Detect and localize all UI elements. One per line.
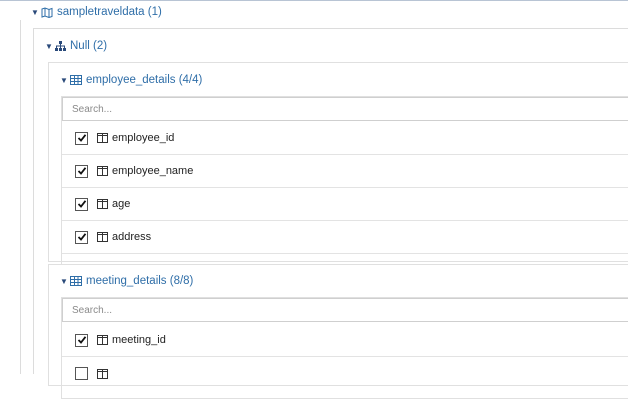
table-icon xyxy=(70,75,82,85)
column-name: employee_name xyxy=(112,165,194,177)
map-icon xyxy=(41,6,53,18)
table-node[interactable]: ▼ meeting_details (8/8) xyxy=(60,272,193,290)
search-input[interactable] xyxy=(62,298,628,322)
column-list: meeting_id xyxy=(61,297,628,399)
list-item[interactable]: age xyxy=(62,188,628,221)
schema-label[interactable]: Null (2) xyxy=(70,40,107,52)
column-name: age xyxy=(112,198,131,210)
column-name: address xyxy=(112,231,152,243)
sitemap-icon xyxy=(55,41,66,51)
column-icon xyxy=(97,133,108,143)
table-node[interactable]: ▼ employee_details (4/4) xyxy=(60,71,202,89)
list-item[interactable]: employee_name xyxy=(62,155,628,188)
caret-down-icon[interactable]: ▼ xyxy=(45,42,55,51)
table-panel-meeting-details: ▼ meeting_details (8/8) meeting_id xyxy=(48,264,628,399)
column-list: employee_id employee_name age address xyxy=(61,96,628,265)
checkbox[interactable] xyxy=(75,197,88,211)
caret-down-icon[interactable]: ▼ xyxy=(60,76,70,85)
column-icon xyxy=(97,335,108,345)
checkbox[interactable] xyxy=(75,230,88,244)
schema-node[interactable]: ▼ Null (2) xyxy=(45,37,107,55)
list-item[interactable]: meeting_id xyxy=(62,324,628,357)
caret-down-icon[interactable]: ▼ xyxy=(60,277,70,286)
table-icon xyxy=(70,276,82,286)
top-border xyxy=(0,0,628,1)
column-icon xyxy=(97,166,108,176)
table-label[interactable]: meeting_details (8/8) xyxy=(86,275,193,287)
database-node[interactable]: ▼ sampletraveldata (1) xyxy=(31,3,162,21)
search-input[interactable] xyxy=(62,97,628,121)
checkbox[interactable] xyxy=(75,164,88,178)
database-label[interactable]: sampletraveldata (1) xyxy=(57,6,162,18)
table-panel-employee-details: ▼ employee_details (4/4) employee_id emp… xyxy=(48,62,628,265)
checkbox[interactable] xyxy=(75,131,88,145)
checkbox[interactable] xyxy=(75,333,88,347)
list-item[interactable]: employee_id xyxy=(62,122,628,155)
column-name: employee_id xyxy=(112,132,175,144)
column-icon xyxy=(97,232,108,242)
column-name: meeting_id xyxy=(112,334,166,346)
caret-down-icon[interactable]: ▼ xyxy=(31,8,41,17)
tree-guide-line xyxy=(20,20,21,374)
tree-guide-line xyxy=(33,28,628,29)
tree-guide-line xyxy=(33,28,34,374)
column-icon xyxy=(97,199,108,209)
table-label[interactable]: employee_details (4/4) xyxy=(86,74,202,86)
list-item[interactable]: address xyxy=(62,221,628,254)
